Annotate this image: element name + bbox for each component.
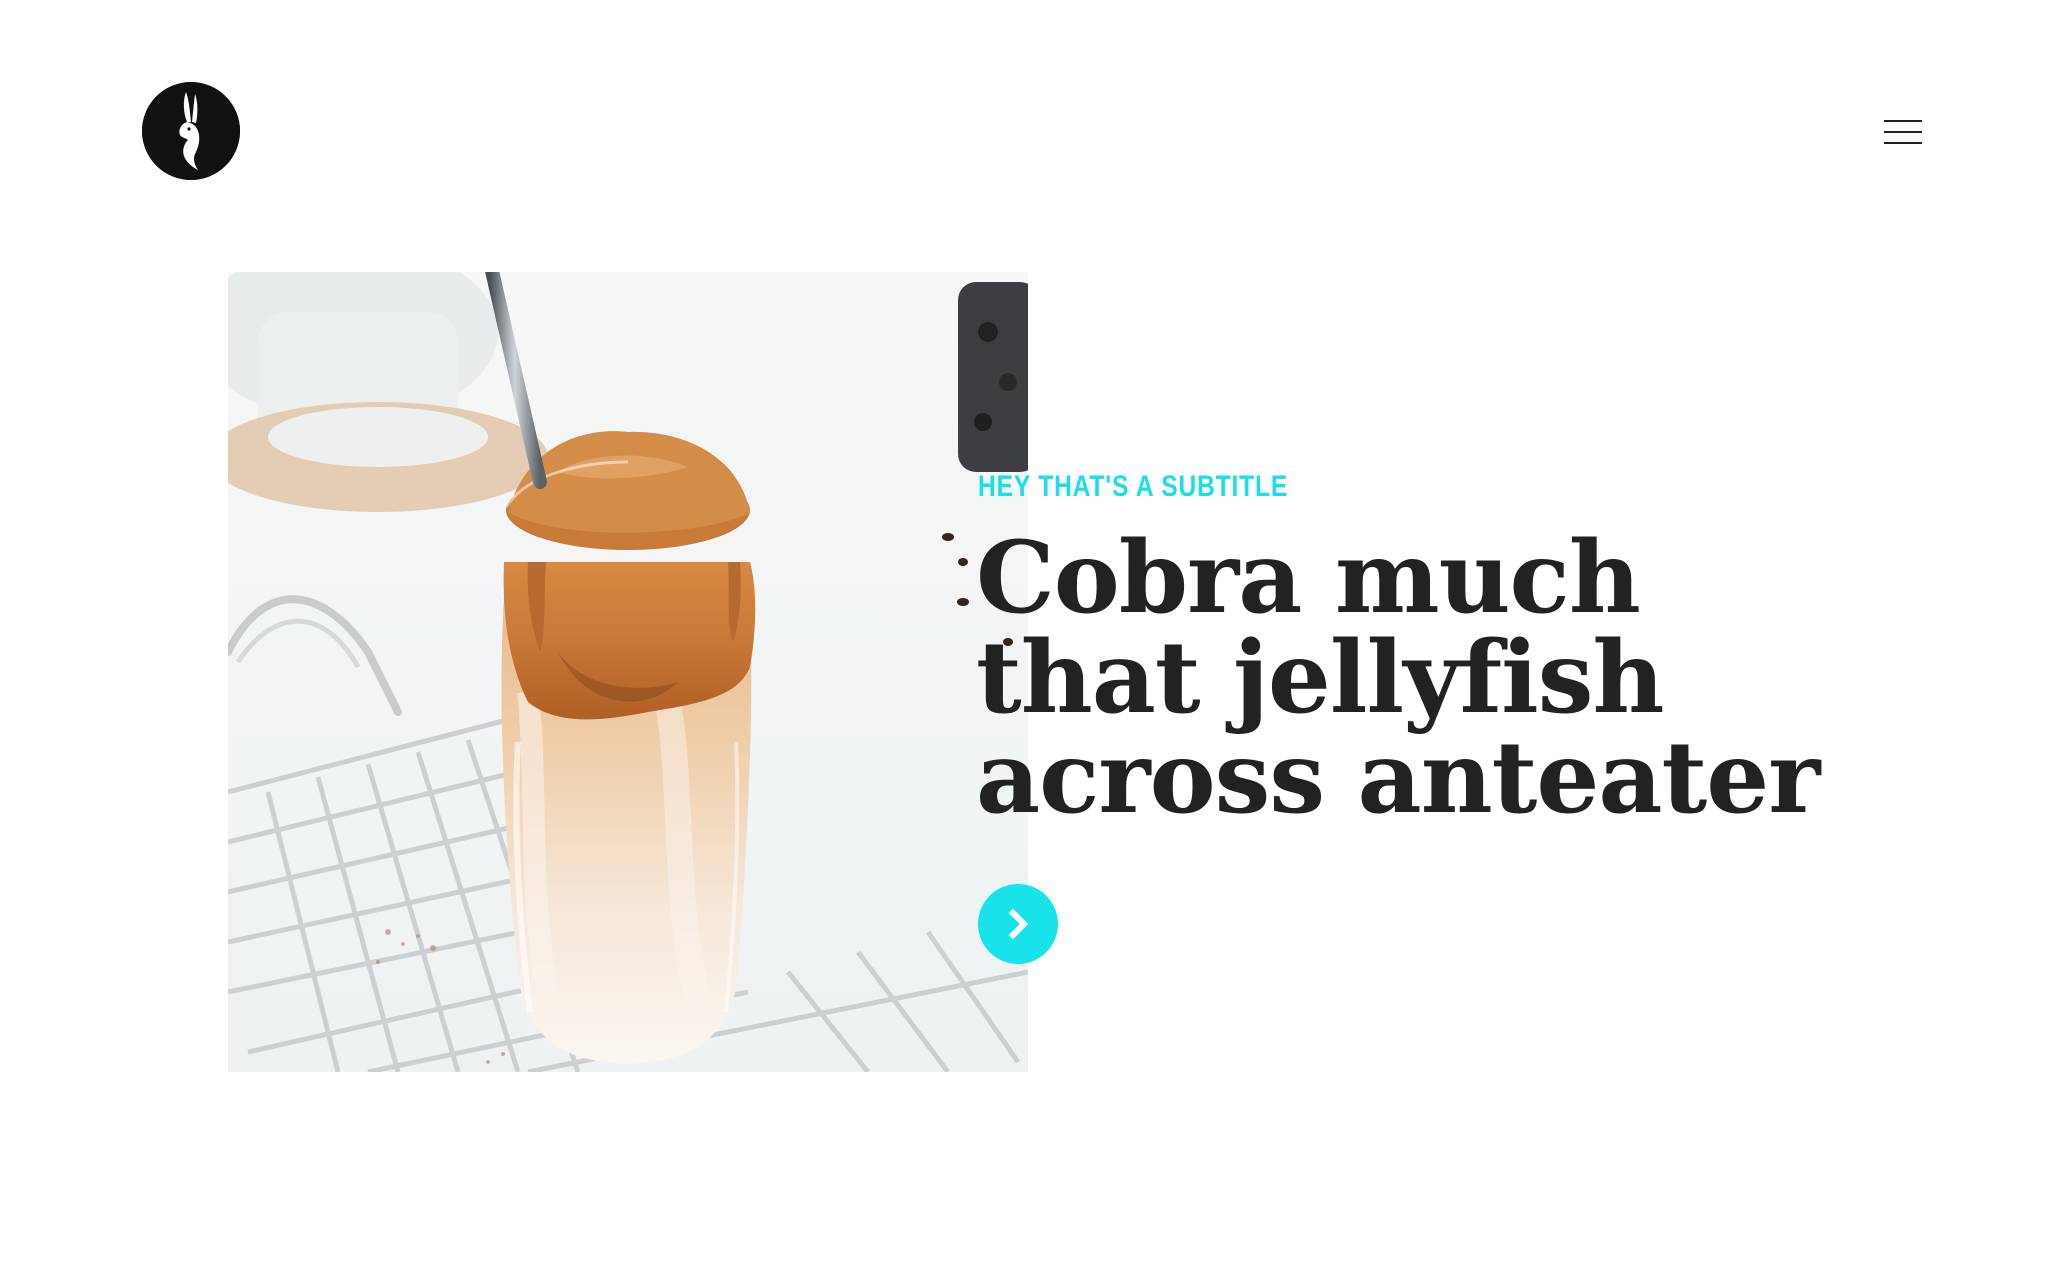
chevron-right-icon [1008,908,1029,940]
hero-title: Cobra much that jellyfish across anteate… [976,528,1976,828]
hero-title-line: Cobra much [976,520,1641,636]
menu-line [1884,142,1922,144]
menu-line [1884,120,1922,122]
next-button[interactable] [978,884,1058,964]
hero-title-line: across anteater [976,720,1820,836]
rabbit-logo-icon[interactable] [142,82,240,180]
hero-image [228,272,1028,1072]
page: HEY THAT'S A SUBTITLE Cobra much that je… [0,0,2048,1263]
hero-subtitle: HEY THAT'S A SUBTITLE [978,470,1289,503]
hero-title-line: that jellyfish [976,620,1665,736]
menu-line [1884,131,1922,133]
hamburger-menu-icon[interactable] [1884,116,1924,148]
